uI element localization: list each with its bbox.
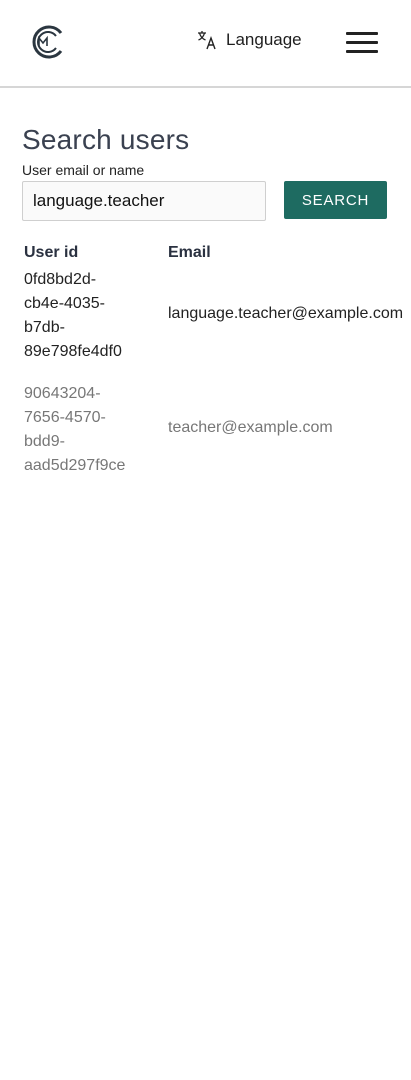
table-row[interactable]: 0fd8bd2d- cb4e-4035- b7db- 89e798fe4df0 … [24,266,411,370]
language-selector[interactable]: Language [196,29,302,51]
user-id-cell: 0fd8bd2d- cb4e-4035- b7db- 89e798fe4df0 [24,271,122,360]
email-cell: teacher@example.com [168,419,333,436]
results-table: User id Email 0fd8bd2d- cb4e-4035- b7db-… [24,244,411,604]
column-header-user-id: User id [24,244,79,261]
column-header-email: Email [168,244,211,261]
language-label: Language [226,30,302,49]
top-header: Language [0,0,411,88]
page-title: Search users [22,124,190,155]
search-input[interactable] [22,181,266,221]
hamburger-menu-icon[interactable] [346,32,378,54]
table-row[interactable]: 90643204- 7656-4570- bdd9- aad5d297f9ce … [24,380,411,484]
search-field-label: User email or name [22,162,145,178]
app-logo[interactable] [28,24,66,60]
translate-icon [198,31,216,50]
email-cell: language.teacher@example.com [168,305,404,322]
user-id-cell: 90643204- 7656-4570- bdd9- aad5d297f9ce [24,385,126,474]
search-button[interactable]: SEARCH [284,181,387,219]
